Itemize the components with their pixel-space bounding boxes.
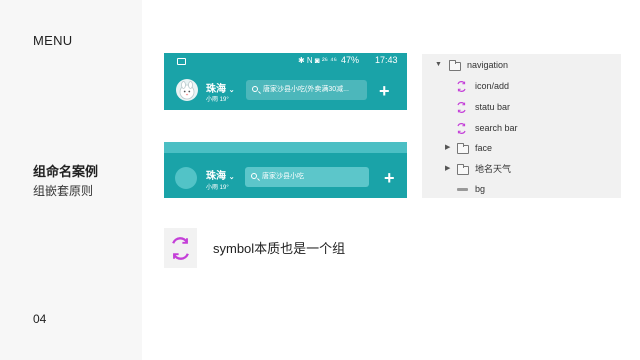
avatar-placeholder[interactable] bbox=[175, 167, 197, 189]
city-name[interactable]: 珠海 ⌄ bbox=[206, 167, 235, 182]
nav-mockup-with-statusbar: ✱ N ◙ ²⁶ ⁴⁶ 47% 17:43 珠海 ⌄ 小雨 19° 唐家沙县小吃… bbox=[164, 53, 407, 110]
left-panel bbox=[0, 0, 142, 360]
symbol-icon bbox=[457, 102, 466, 113]
weather-info: 小雨 19° bbox=[206, 97, 229, 103]
layer-item-search-bar[interactable]: search bar bbox=[422, 121, 621, 135]
folder-icon bbox=[457, 164, 469, 175]
chevron-down-icon: ⌄ bbox=[228, 174, 235, 181]
symbol-icon bbox=[457, 123, 466, 134]
status-time: 17:43 bbox=[375, 55, 398, 65]
search-icon bbox=[252, 86, 258, 92]
layer-label: icon/add bbox=[475, 81, 510, 91]
rectangle-layer-icon bbox=[457, 188, 468, 191]
city-label: 珠海 bbox=[206, 171, 226, 182]
search-text: 唐家沙县小吃(外卖满30减... bbox=[263, 86, 349, 93]
layer-label: bg bbox=[475, 184, 486, 194]
status-bar-strip bbox=[164, 142, 407, 153]
search-text: 唐家沙县小吃 bbox=[262, 173, 304, 180]
layer-item-icon-add[interactable]: icon/add bbox=[422, 79, 621, 93]
status-icons: ✱ N ◙ ²⁶ ⁴⁶ bbox=[298, 56, 337, 65]
layer-label: statu bar bbox=[475, 102, 511, 112]
layer-label: 地名天气 bbox=[475, 164, 512, 174]
layer-item-bg[interactable]: bg bbox=[422, 182, 621, 196]
menu-label[interactable]: MENU bbox=[33, 33, 72, 48]
nav-mockup: 珠海 ⌄ 小雨 19° 唐家沙县小吃 + bbox=[164, 142, 407, 198]
page-number: 04 bbox=[33, 312, 47, 326]
status-bar: ✱ N ◙ ²⁶ ⁴⁶ 47% 17:43 bbox=[164, 53, 407, 70]
avatar-face-icon bbox=[179, 81, 195, 100]
caret-down-icon[interactable]: ▼ bbox=[435, 58, 442, 72]
city-name[interactable]: 珠海 ⌄ bbox=[206, 80, 235, 95]
add-button[interactable]: + bbox=[379, 82, 390, 100]
chevron-down-icon: ⌄ bbox=[228, 87, 235, 94]
weather-info: 小雨 19° bbox=[206, 185, 229, 191]
symbol-icon bbox=[457, 81, 466, 92]
caret-right-icon[interactable]: ▶ bbox=[445, 162, 450, 176]
layer-label: navigation bbox=[467, 60, 509, 70]
search-icon bbox=[251, 173, 257, 179]
folder-icon bbox=[457, 143, 469, 154]
section-subtitle: 组嵌套原则 bbox=[33, 184, 94, 198]
layer-label: face bbox=[475, 143, 493, 153]
symbol-icon-box bbox=[164, 228, 197, 268]
search-bar[interactable]: 唐家沙县小吃 bbox=[245, 167, 369, 187]
image-icon bbox=[177, 58, 186, 65]
section-title: 组命名案例 bbox=[33, 164, 99, 179]
caret-right-icon[interactable]: ▶ bbox=[445, 141, 450, 155]
layer-item-status-bar[interactable]: statu bar bbox=[422, 100, 621, 114]
symbol-icon bbox=[172, 237, 189, 260]
symbol-note: symbol本质也是一个组 bbox=[213, 241, 346, 256]
search-bar[interactable]: 唐家沙县小吃(外卖满30减... bbox=[246, 80, 367, 100]
layer-item-navigation[interactable]: ▼ navigation bbox=[422, 58, 621, 72]
folder-icon bbox=[449, 60, 461, 71]
layer-item-face[interactable]: ▶ face bbox=[422, 141, 621, 155]
avatar[interactable] bbox=[176, 79, 198, 101]
layer-label: search bar bbox=[475, 123, 518, 133]
layer-item-place-weather[interactable]: ▶ 地名天气 bbox=[422, 162, 621, 176]
battery-level: 47% bbox=[341, 55, 360, 65]
layer-tree-panel: ▼ navigation icon/add statu bar search b… bbox=[422, 54, 621, 198]
add-button[interactable]: + bbox=[384, 169, 395, 187]
